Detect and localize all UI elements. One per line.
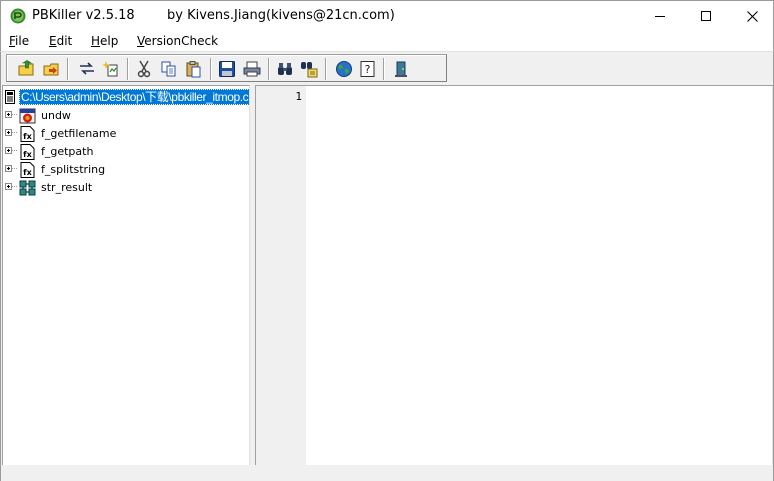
expand-icon xyxy=(5,129,18,136)
toolbar: ? xyxy=(6,54,447,82)
exit-button[interactable] xyxy=(391,59,411,79)
expand-icon xyxy=(5,111,18,118)
exit-door-icon xyxy=(395,61,407,77)
menu-help[interactable]: Help xyxy=(91,34,118,48)
find-replace-icon xyxy=(301,62,318,78)
object-tree-panel[interactable]: C:\Users\admin\Desktop\下载\pbkiller_itmop… xyxy=(2,85,250,465)
function-icon: fx xyxy=(20,126,35,142)
tree-root[interactable]: C:\Users\admin\Desktop\下载\pbkiller_itmop… xyxy=(5,89,249,105)
decompile-button[interactable] xyxy=(77,59,97,79)
open-file-icon xyxy=(18,60,34,76)
menu-versioncheck[interactable]: VersionCheck xyxy=(137,34,218,48)
help-button[interactable]: ? xyxy=(358,59,378,79)
tree-item-label: str_result xyxy=(41,181,93,194)
globe-icon xyxy=(336,61,352,77)
toolbar-area: ? xyxy=(0,51,774,83)
binoculars-icon xyxy=(278,63,292,75)
tree-item-label: f_getfilename xyxy=(41,127,117,140)
menu-help-label: elp xyxy=(100,34,119,48)
copy-icon xyxy=(161,61,176,77)
maximize-button[interactable] xyxy=(683,1,729,31)
svg-text:fx: fx xyxy=(23,168,32,177)
toolbar-separator xyxy=(210,58,212,80)
printer-icon xyxy=(243,61,261,77)
menu-file[interactable]: File xyxy=(9,34,29,48)
copy-button[interactable] xyxy=(159,59,179,79)
pbkiller-app-icon xyxy=(10,8,26,24)
tree-item-label: f_splitstring xyxy=(41,163,106,176)
expand-icon xyxy=(5,147,18,154)
minimize-icon xyxy=(655,16,665,17)
toolbar-separator xyxy=(325,58,327,80)
menu-edit-label: dit xyxy=(56,34,73,48)
print-button[interactable] xyxy=(242,59,262,79)
toolbar-separator xyxy=(127,58,129,80)
save-button[interactable] xyxy=(217,59,237,79)
menu-help-accel: H xyxy=(91,34,101,48)
export-button[interactable] xyxy=(101,59,121,79)
paste-button[interactable] xyxy=(184,59,204,79)
maximize-icon xyxy=(701,11,711,21)
floppy-disk-icon xyxy=(219,61,235,77)
library-file-icon xyxy=(5,90,15,104)
folder-export-icon xyxy=(43,63,59,76)
function-icon: fx xyxy=(20,144,35,160)
source-editor[interactable]: 1 xyxy=(255,85,773,465)
expand-icon xyxy=(5,183,18,190)
swap-arrows-icon xyxy=(80,62,94,75)
open-folder-button[interactable] xyxy=(42,59,62,79)
editor-edge xyxy=(772,86,773,465)
content-area: C:\Users\admin\Desktop\下载\pbkiller_itmop… xyxy=(0,83,774,481)
toolbar-separator xyxy=(383,58,385,80)
expand-icon xyxy=(5,165,18,172)
web-button[interactable] xyxy=(334,59,354,79)
cut-button[interactable] xyxy=(134,59,154,79)
title-bar: PBKiller v2.5.18 by Kivens.Jiang(kivens@… xyxy=(0,0,774,31)
menu-file-label: ile xyxy=(15,34,30,48)
tree-item-label: f_getpath xyxy=(41,145,94,158)
function-icon: fx xyxy=(20,162,35,178)
find-button[interactable] xyxy=(275,59,295,79)
tree-root-path: C:\Users\admin\Desktop\下载\pbkiller_itmop… xyxy=(19,89,249,105)
scissors-icon xyxy=(137,60,151,78)
minimize-button[interactable] xyxy=(637,1,683,31)
toolbar-separator xyxy=(268,58,270,80)
svg-text:?: ? xyxy=(365,63,371,76)
close-icon xyxy=(746,10,758,22)
window-byline: by Kivens.Jiang(kivens@21cn.com) xyxy=(167,8,395,23)
menu-bar: File Edit Help VersionCheck xyxy=(0,31,774,51)
find-replace-button[interactable] xyxy=(299,59,319,79)
tree-item-label: undw xyxy=(41,109,71,122)
line-number-gutter: 1 xyxy=(256,86,306,465)
structure-icon xyxy=(19,180,36,196)
window-object-icon xyxy=(19,108,36,124)
menu-edit[interactable]: Edit xyxy=(49,34,72,48)
open-button[interactable] xyxy=(17,59,37,79)
menu-edit-accel: E xyxy=(49,34,57,48)
close-button[interactable] xyxy=(729,1,774,31)
page-sparkle-icon xyxy=(102,61,118,77)
window-title: PBKiller v2.5.18 xyxy=(32,8,135,23)
line-number: 1 xyxy=(295,90,302,103)
svg-text:fx: fx xyxy=(23,150,32,159)
menu-versioncheck-label: ersionCheck xyxy=(144,34,219,48)
toolbar-separator xyxy=(67,58,69,80)
paste-icon xyxy=(186,61,201,78)
svg-text:fx: fx xyxy=(23,132,32,141)
help-question-icon: ? xyxy=(360,61,375,77)
